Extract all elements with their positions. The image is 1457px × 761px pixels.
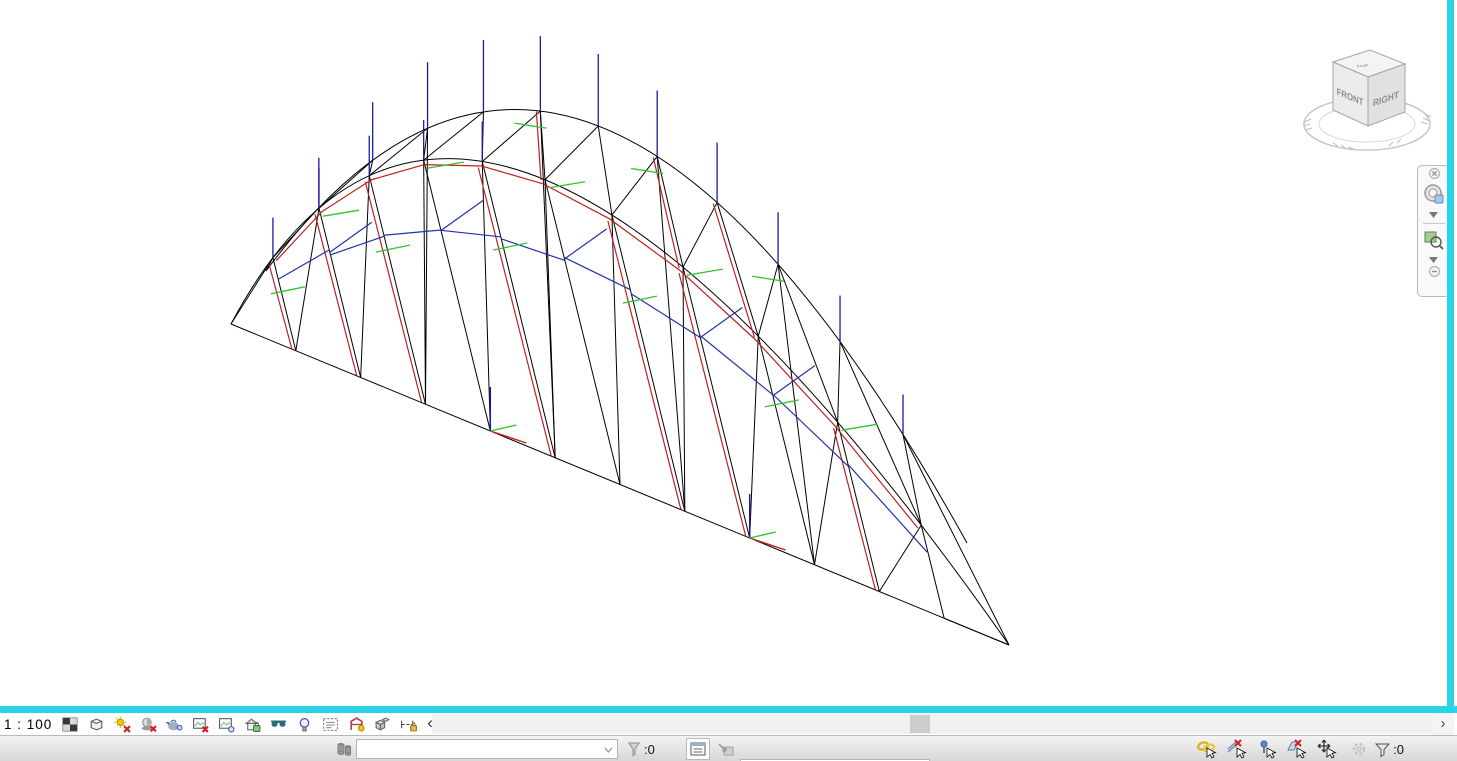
editing-requests-button[interactable]: :0: [626, 739, 655, 759]
view-window-border-bottom: [0, 706, 1457, 713]
highlight-displacement-sets-icon[interactable]: [374, 716, 391, 733]
select-links-icon: [1196, 739, 1218, 759]
select-pinned-elements-toggle[interactable]: [1256, 739, 1278, 759]
view-window-border-right: [1447, 0, 1454, 713]
analytical-red-lines: [269, 111, 918, 589]
viewcube[interactable]: TOP FRONT RIGHT: [1295, 40, 1445, 155]
chevron-down-icon: [1429, 257, 1438, 263]
horizontal-scrollbar-thumb[interactable]: [910, 715, 930, 733]
navigation-bar: [1417, 165, 1450, 297]
navbar-collapse-button[interactable]: [1421, 266, 1447, 277]
scrollbar-right-arrow[interactable]: ›: [1432, 713, 1454, 735]
navbar-close-button[interactable]: [1421, 168, 1447, 179]
temporary-view-properties-icon[interactable]: [322, 716, 339, 733]
exclude-options-icon: [718, 742, 734, 756]
visual-style-icon[interactable]: [88, 716, 105, 733]
rendering-dialog-icon[interactable]: [166, 716, 183, 733]
steering-wheel-icon: [1422, 182, 1446, 206]
viewcube-cube[interactable]: TOP FRONT RIGHT: [1333, 50, 1405, 126]
chevron-down-icon: [604, 747, 613, 753]
analytical-chain: [279, 201, 927, 553]
view-control-bar: 1 : 100: [0, 713, 439, 735]
collapse-icon: [1429, 266, 1440, 277]
drag-elements-icon: [1316, 739, 1338, 759]
select-pinned-icon: [1256, 739, 1278, 759]
model-viewport[interactable]: TOP FRONT RIGHT: [0, 0, 1449, 706]
navbar-steering-wheel-button[interactable]: [1421, 179, 1447, 209]
sun-path-off-icon[interactable]: [114, 716, 131, 733]
navbar-zoom-options-button[interactable]: [1421, 254, 1447, 266]
detail-level-icon[interactable]: [62, 716, 79, 733]
temporary-hide-isolate-icon[interactable]: [270, 716, 287, 733]
navbar-wheel-options-button[interactable]: [1421, 209, 1447, 221]
load-lines: [273, 36, 903, 538]
truss-model-wireframe: [0, 0, 1449, 706]
select-by-face-icon: [1286, 739, 1308, 759]
reveal-hidden-elements-icon[interactable]: [296, 716, 313, 733]
close-icon: [1429, 168, 1440, 179]
filter-funnel-icon: [1374, 741, 1391, 758]
selection-filter-button[interactable]: :0: [1369, 739, 1409, 759]
show-analytical-model-icon[interactable]: [348, 716, 365, 733]
reveal-constraints-icon[interactable]: [400, 716, 417, 733]
show-crop-region-icon[interactable]: [218, 716, 235, 733]
select-elements-by-face-toggle[interactable]: [1286, 739, 1308, 759]
drag-elements-on-selection-toggle[interactable]: [1316, 739, 1338, 759]
selection-filter-count: :0: [1393, 742, 1404, 757]
editing-requests-count: :0: [644, 742, 655, 757]
navbar-divider: [1423, 223, 1445, 224]
shadows-off-icon[interactable]: [140, 716, 157, 733]
workset-dropdown[interactable]: [356, 739, 618, 759]
gear-icon: [1350, 740, 1368, 758]
settings-gear-button[interactable]: [1348, 739, 1370, 759]
physical-members: [231, 110, 1009, 645]
worksets-button[interactable]: [334, 739, 354, 759]
chevron-down-icon: [1429, 212, 1438, 218]
locked-3d-view-icon[interactable]: [244, 716, 261, 733]
worksets-icon: [334, 740, 354, 758]
design-options-icon: [690, 742, 706, 756]
scale-button[interactable]: 1 : 100: [0, 717, 62, 732]
select-underlay-elements-toggle[interactable]: [1226, 739, 1248, 759]
design-options-button[interactable]: [686, 738, 710, 760]
crop-view-off-icon[interactable]: [192, 716, 209, 733]
view-control-icons: [62, 716, 417, 733]
editing-requests-icon: [626, 740, 642, 758]
select-links-toggle[interactable]: [1196, 739, 1218, 759]
zoom-region-icon: [1423, 229, 1445, 251]
select-underlay-icon: [1226, 739, 1248, 759]
scroll-row: 1 : 100: [0, 713, 1457, 735]
navbar-zoom-button[interactable]: [1421, 226, 1447, 254]
horizontal-scrollbar-track[interactable]: [432, 714, 1432, 734]
exclude-options-button[interactable]: [714, 738, 738, 760]
status-bar: :0 Main Model: [0, 735, 1457, 761]
